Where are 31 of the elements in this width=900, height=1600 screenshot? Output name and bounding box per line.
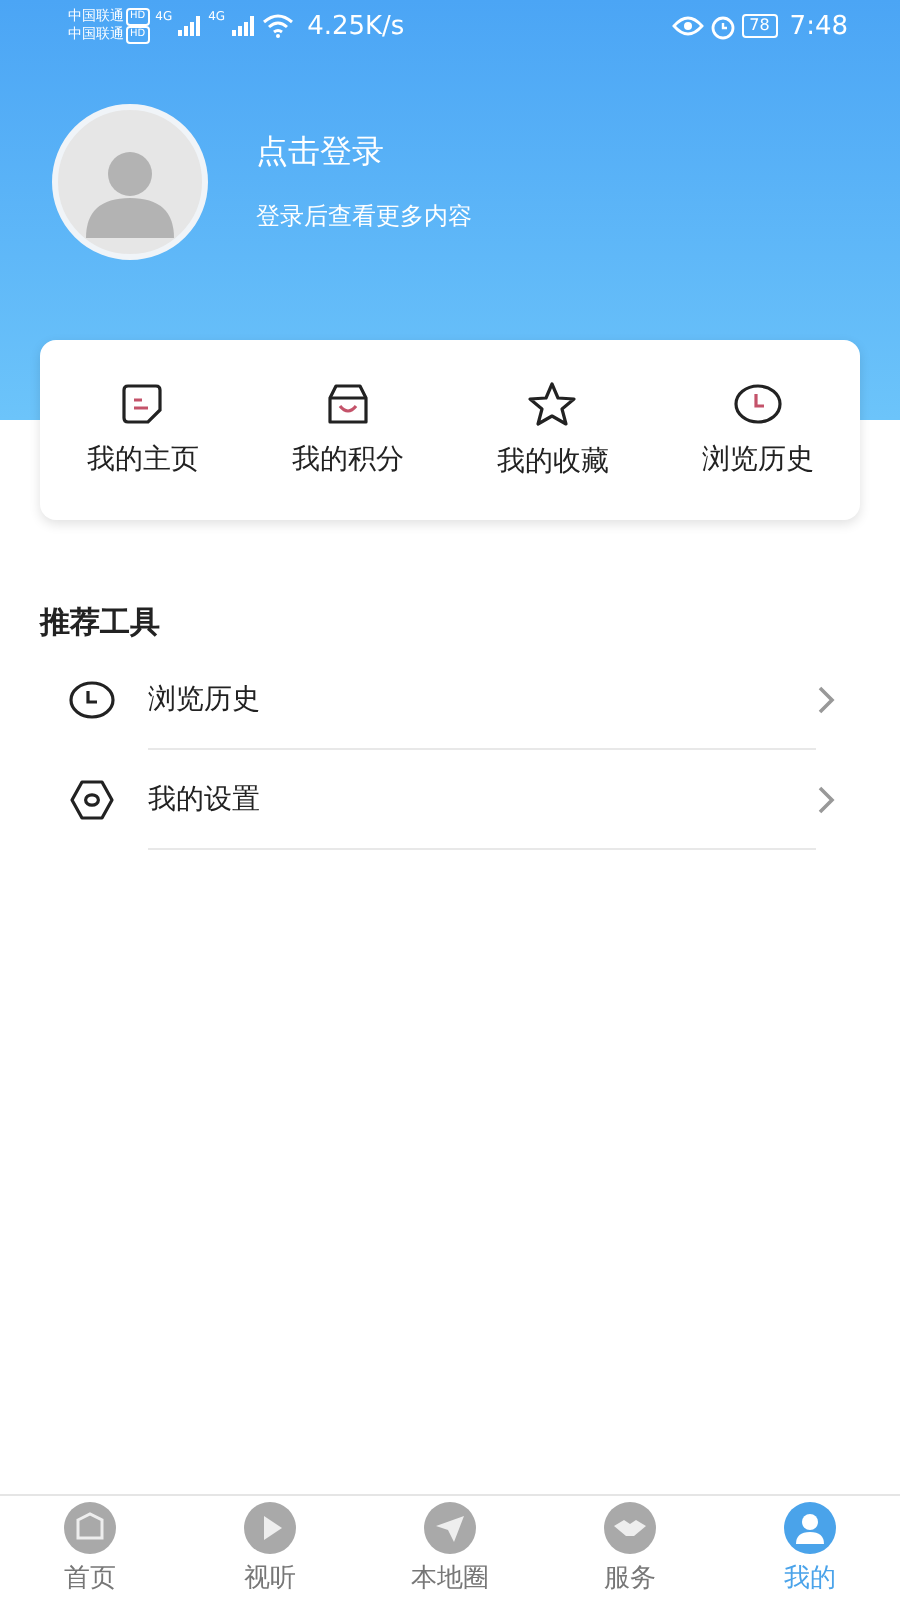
page-icon — [120, 382, 165, 426]
shortcut-button[interactable]: 我的主页 — [40, 382, 245, 478]
clock-icon — [68, 680, 116, 720]
paper-plane-icon — [424, 1501, 476, 1553]
chevron-icon — [816, 786, 836, 814]
wifi-icon — [261, 14, 294, 38]
tab[interactable]: 首页 — [0, 1496, 180, 1600]
bag-icon — [323, 382, 372, 426]
chevron-icon — [816, 686, 836, 714]
alarm-icon — [709, 13, 736, 39]
clock-time: 7:48 — [789, 11, 848, 41]
play-icon — [244, 1501, 296, 1553]
settings-icon — [68, 778, 116, 822]
signal-icon — [231, 16, 256, 36]
shortcut-button[interactable]: 我的积分 — [245, 382, 450, 478]
login-hint: 登录后查看更多内容 — [256, 199, 472, 233]
tool-item[interactable]: 浏览历史 — [0, 650, 900, 750]
network-speed: 4.25K/s — [307, 11, 405, 41]
battery-level: 78 — [741, 14, 778, 38]
tab[interactable]: 服务 — [540, 1496, 720, 1600]
shortcut-button[interactable]: 我的收藏 — [450, 380, 655, 480]
eye-icon — [671, 16, 704, 36]
tab[interactable]: 本地圈 — [360, 1496, 540, 1600]
tab[interactable]: 视听 — [180, 1496, 360, 1600]
star-icon — [526, 380, 579, 428]
shortcut-button[interactable]: 浏览历史 — [655, 382, 860, 478]
clock-icon — [731, 382, 784, 426]
signal-icon — [178, 16, 203, 36]
person-icon — [784, 1501, 836, 1553]
tool-item[interactable]: 我的设置 — [0, 750, 900, 850]
section-title: 推荐工具 — [40, 604, 162, 642]
